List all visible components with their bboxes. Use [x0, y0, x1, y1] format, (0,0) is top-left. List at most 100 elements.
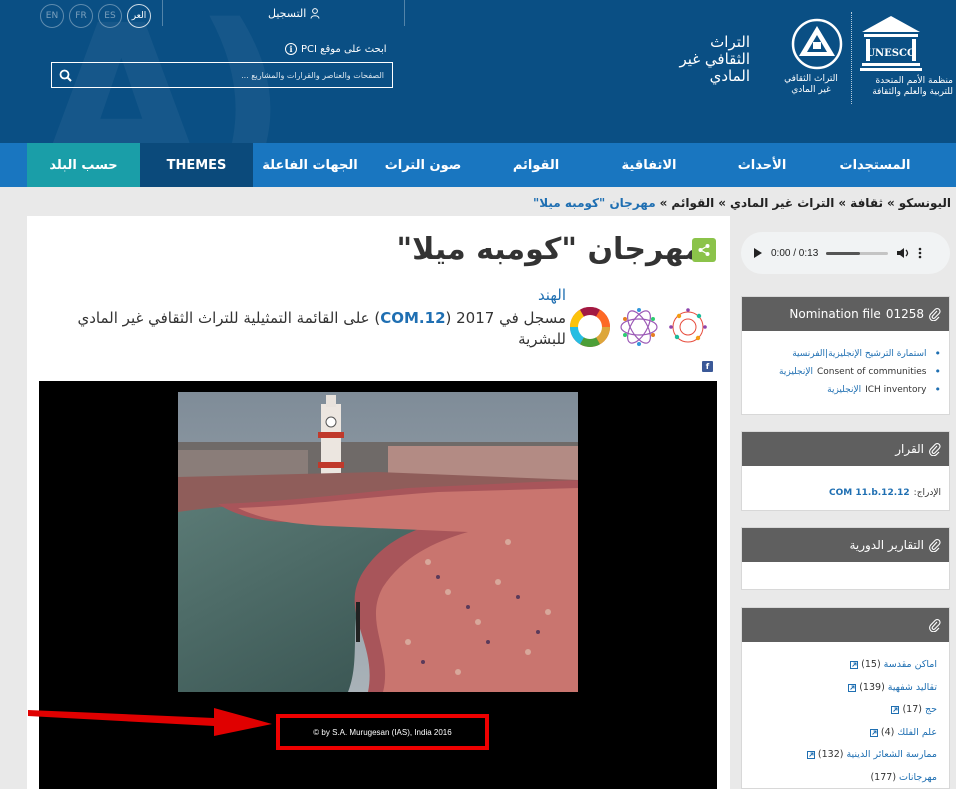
site-header: A) EN FR ES العر التسجيل ابحث على موقع P…: [0, 0, 956, 143]
keyword-count: (4): [880, 726, 895, 738]
list-item: • استمارة الترشيح الإنجليزية|الفرنسية: [750, 345, 941, 363]
ich-domain-icon[interactable]: [616, 304, 662, 350]
keyword-label[interactable]: ممارسة الشعائر الدينية: [846, 744, 937, 767]
lang-ar[interactable]: العر: [127, 4, 151, 28]
lang-fr[interactable]: FR: [69, 4, 93, 28]
keyword-count: (15): [861, 659, 881, 670]
breadcrumb-ich[interactable]: التراث غير المادي: [730, 196, 834, 210]
search-input[interactable]: [78, 70, 392, 80]
nav-actors[interactable]: الجهات الفاعلة: [253, 143, 367, 187]
info-icon[interactable]: i: [285, 43, 297, 55]
periodic-reports-header[interactable]: التقارير الدورية: [742, 528, 949, 562]
external-link-icon: [848, 683, 857, 692]
divider: [404, 0, 405, 26]
unesco-logo-icon[interactable]: UNESCO: [860, 14, 922, 72]
audio-progress-fill: [826, 251, 861, 255]
nav-events[interactable]: الأحداث: [700, 143, 824, 187]
keyword-label[interactable]: مهرجانات: [899, 767, 937, 789]
nav-themes[interactable]: THEMES: [140, 143, 253, 187]
external-link-icon: [891, 706, 900, 715]
login-label: التسجيل: [268, 7, 307, 20]
keyword-item[interactable]: مهرجانات (177): [750, 767, 937, 789]
breadcrumb: اليونسكو » ثقافة » التراث غير المادي » ا…: [533, 194, 951, 212]
nomination-title: Nomination file: [789, 307, 881, 321]
pci-search-label: ابحث على موقع PCI i: [285, 43, 387, 55]
lang-es[interactable]: ES: [98, 4, 122, 28]
photo-credit-highlight: © by S.A. Murugesan (IAS), India 2016: [276, 714, 489, 750]
paperclip-icon: [929, 538, 941, 552]
decision-label: الإدراج:: [913, 488, 941, 498]
share-button[interactable]: [692, 238, 716, 262]
nomination-files-list: • استمارة الترشيح الإنجليزية|الفرنسية • …: [750, 345, 941, 399]
keyword-label[interactable]: حج: [925, 699, 937, 722]
audio-player[interactable]: 0:00 / 0:13: [741, 232, 950, 274]
ich-emblems: [567, 304, 711, 350]
nomination-form-link[interactable]: استمارة الترشيح الإنجليزية|الفرنسية: [792, 345, 926, 363]
keyword-item[interactable]: حج (17): [750, 699, 937, 722]
keyword-label[interactable]: تقاليد شفهية: [888, 677, 937, 700]
keyword-count: (17): [902, 704, 922, 715]
ich-keyword-cloud-icon[interactable]: [665, 304, 711, 350]
ich-site-title[interactable]: التراث الثقافي غير المادي: [668, 34, 750, 85]
paperclip-icon: [929, 618, 941, 632]
keyword-label[interactable]: علم الفلك: [897, 722, 937, 745]
unesco-subtitle: منظمة الأمم المتحدة للتربية والعلم والثق…: [872, 76, 953, 97]
keyword-count: (132): [817, 749, 844, 760]
keyword-item[interactable]: تقاليد شفهية (139): [750, 677, 937, 700]
more-options-icon[interactable]: [918, 247, 922, 259]
unesco-wordmark: UNESCO: [866, 48, 916, 59]
keyword-count: (139): [859, 681, 885, 693]
search-box: [51, 62, 393, 88]
decision-link[interactable]: COM 11.b.12.12: [829, 488, 910, 498]
audio-progress[interactable]: [826, 251, 889, 255]
ich-logo-icon[interactable]: [787, 16, 847, 72]
divider: [162, 0, 163, 26]
keywords-list: اماكن مقدسة (15) تقاليد شفهية (139) حج (…: [750, 648, 937, 789]
paperclip-icon: [929, 442, 941, 456]
audio-time: 0:00 / 0:13: [771, 247, 819, 259]
bullet: •: [934, 365, 942, 378]
consent-link[interactable]: الإنجليزية: [779, 363, 813, 381]
keywords-panel: اماكن مقدسة (15) تقاليد شفهية (139) حج (…: [741, 607, 950, 789]
festival-photo[interactable]: [178, 392, 578, 692]
pci-label-text: ابحث على موقع PCI: [301, 43, 387, 55]
keyword-item[interactable]: اماكن مقدسة (15): [750, 654, 937, 677]
user-icon: [310, 8, 320, 19]
country-link[interactable]: الهند: [530, 286, 566, 304]
nomination-header[interactable]: Nomination file 01258: [742, 297, 949, 331]
periodic-reports-title: التقارير الدورية: [849, 538, 924, 552]
file-description: ICH inventory: [865, 385, 927, 395]
facebook-icon[interactable]: f: [702, 361, 713, 372]
nav-safeguarding[interactable]: صون التراث: [361, 143, 485, 187]
bullet: •: [934, 347, 942, 360]
external-link-icon: [806, 751, 815, 760]
logo-divider: [851, 12, 852, 104]
breadcrumb-separator: »: [659, 196, 668, 210]
breadcrumb-lists[interactable]: القوائم: [671, 196, 714, 210]
play-icon[interactable]: [753, 247, 763, 259]
sdg-wheel-icon[interactable]: [567, 304, 613, 350]
keyword-item[interactable]: علم الفلك (4): [750, 722, 937, 745]
nav-by-country[interactable]: حسب البلد: [27, 143, 140, 187]
search-button[interactable]: [52, 63, 78, 87]
lang-en[interactable]: EN: [40, 4, 64, 28]
com-link[interactable]: COM.12: [380, 309, 445, 327]
keywords-header[interactable]: [742, 608, 949, 642]
decision-panel: القرار الإدراج: COM 11.b.12.12: [741, 431, 950, 511]
breadcrumb-separator: »: [886, 196, 895, 210]
nav-convention[interactable]: الاتفاقية: [587, 143, 711, 187]
keyword-item[interactable]: ممارسة الشعائر الدينية (132): [750, 744, 937, 767]
breadcrumb-unesco[interactable]: اليونسكو: [899, 196, 951, 210]
search-icon: [59, 69, 72, 82]
volume-icon[interactable]: [896, 247, 910, 259]
inscription-text: مسجل في 2017 (COM.12) على القائمة التمثي…: [45, 308, 566, 350]
nav-news[interactable]: المستجدات: [813, 143, 937, 187]
login-link[interactable]: التسجيل: [268, 7, 320, 20]
inventory-link[interactable]: الإنجليزية: [827, 381, 861, 399]
paperclip-icon: [929, 307, 941, 321]
breadcrumb-culture[interactable]: ثقافة: [850, 196, 883, 210]
decision-header[interactable]: القرار: [742, 432, 949, 466]
keyword-label[interactable]: اماكن مقدسة: [884, 654, 937, 677]
decision-title: القرار: [895, 442, 924, 456]
nav-lists[interactable]: القوائم: [474, 143, 598, 187]
